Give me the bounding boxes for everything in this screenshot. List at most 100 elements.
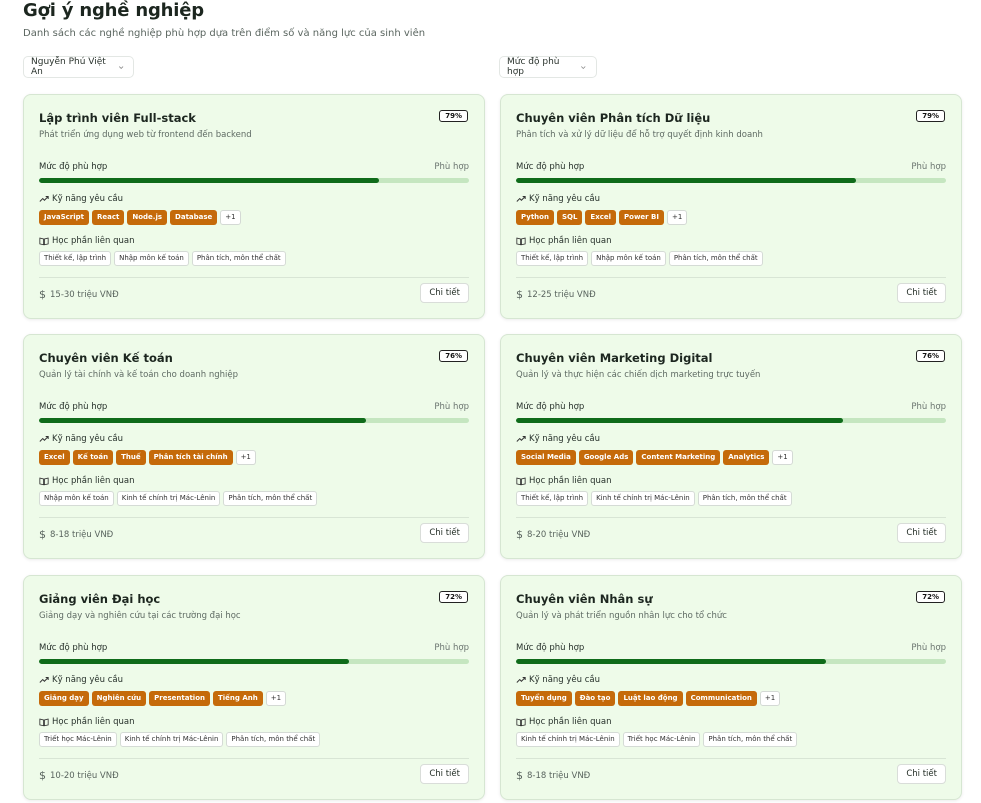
skills-list: Python SQL Excel Power BI +1 [516, 210, 688, 225]
courses-list: Kinh tế chính trị Mác-Lênin Triết học Mác… [516, 732, 798, 747]
skill-chip: Presentation [149, 691, 210, 706]
skill-chip: SQL [556, 210, 583, 225]
skill-chip: Excel [585, 210, 616, 225]
skill-chip: JavaScript [39, 210, 90, 225]
career-description: Giảng dạy và nghiên cứu tại các trường đ… [39, 611, 241, 621]
salary: $8-18 triệu VNĐ [516, 769, 590, 782]
courses-heading-label: Học phần liên quan [529, 717, 612, 727]
career-title: Chuyên viên Phân tích Dữ liệu [516, 111, 711, 125]
courses-heading-label: Học phần liên quan [529, 476, 612, 486]
fit-status: Phù hợp [911, 402, 946, 412]
fit-level-select[interactable]: Mức độ phù hợp [499, 56, 597, 78]
more-skills-chip[interactable]: +1 [235, 450, 256, 465]
student-select[interactable]: Nguyễn Phú Việt An [23, 56, 134, 78]
divider [516, 758, 946, 759]
career-title: Chuyên viên Nhân sự [516, 592, 653, 606]
skill-chip: Social Media [516, 450, 576, 465]
career-card: Chuyên viên Nhân sự Quản lý và phát triể… [500, 575, 962, 800]
courses-heading: Học phần liên quan [39, 476, 134, 486]
salary-text: 8-18 triệu VNĐ [50, 529, 114, 540]
more-skills-chip[interactable]: +1 [220, 210, 241, 225]
course-chip: Kinh tế chính trị Mác-Lênin [516, 732, 620, 747]
skill-chip: Database [170, 210, 218, 225]
courses-heading: Học phần liên quan [39, 717, 134, 727]
fit-label: Mức độ phù hợp [516, 162, 585, 172]
courses-heading: Học phần liên quan [516, 236, 611, 246]
fit-label: Mức độ phù hợp [39, 643, 108, 653]
courses-list: Thiết kế, lập trình Kinh tế chính trị Mác… [516, 491, 792, 506]
course-chip: Nhập môn kế toán [39, 491, 114, 506]
course-chip: Phân tích, môn thể chất [226, 732, 321, 747]
detail-button[interactable]: Chi tiết [897, 283, 946, 303]
fit-status: Phù hợp [434, 402, 469, 412]
salary-text: 8-20 triệu VNĐ [527, 529, 591, 540]
detail-button[interactable]: Chi tiết [897, 523, 946, 543]
match-percent-badge: 79% [439, 110, 468, 122]
detail-button[interactable]: Chi tiết [420, 283, 469, 303]
course-chip: Kinh tế chính trị Mác-Lênin [591, 491, 695, 506]
career-title: Giảng viên Đại học [39, 592, 161, 606]
skills-heading-label: Kỹ năng yêu cầu [529, 675, 601, 685]
fit-label: Mức độ phù hợp [39, 162, 108, 172]
fit-status: Phù hợp [911, 643, 946, 653]
divider [39, 277, 469, 278]
career-description: Quản lý và thực hiện các chiến dịch mark… [516, 370, 761, 380]
salary-text: 8-18 triệu VNĐ [527, 770, 591, 781]
detail-button[interactable]: Chi tiết [897, 764, 946, 784]
detail-button[interactable]: Chi tiết [420, 523, 469, 543]
dollar-icon: $ [39, 528, 46, 541]
skills-heading-label: Kỹ năng yêu cầu [52, 434, 124, 444]
courses-heading: Học phần liên quan [516, 476, 611, 486]
salary: $12-25 triệu VNĐ [516, 288, 596, 301]
course-chip: Phân tích, môn thể chất [668, 251, 763, 266]
salary-text: 10-20 triệu VNĐ [50, 770, 119, 781]
more-skills-chip[interactable]: +1 [265, 691, 287, 706]
skill-chip: Excel [39, 450, 70, 465]
skill-chip: Thuế [116, 450, 146, 465]
match-progress-bar [39, 418, 469, 423]
chevron-down-icon [118, 65, 124, 69]
salary: $8-20 triệu VNĐ [516, 528, 590, 541]
career-description: Quản lý tài chính và kế toán cho doanh n… [39, 370, 238, 380]
fit-label: Mức độ phù hợp [516, 643, 585, 653]
skill-chip: Tiếng Anh [213, 691, 263, 706]
courses-heading: Học phần liên quan [516, 717, 611, 727]
skills-heading-label: Kỹ năng yêu cầu [52, 194, 124, 204]
skill-chip: Power BI [619, 210, 664, 225]
more-skills-chip[interactable]: +1 [772, 450, 793, 465]
match-progress-fill [516, 659, 826, 664]
course-chip: Kinh tế chính trị Mác-Lênin [119, 732, 224, 747]
course-chip: Nhập môn kế toán [114, 251, 189, 266]
skills-heading: Kỹ năng yêu cầu [39, 434, 123, 444]
career-title: Lập trình viên Full-stack [39, 111, 196, 125]
trending-up-icon [39, 677, 49, 683]
skill-chip: Google Ads [578, 450, 634, 465]
course-chip: Triết học Mác-Lênin [39, 732, 117, 747]
salary-text: 15-30 triệu VNĐ [50, 289, 119, 300]
detail-button[interactable]: Chi tiết [420, 764, 469, 784]
match-progress-fill [516, 178, 856, 183]
courses-list: Thiết kế, lập trình Nhập môn kế toán Phân … [516, 251, 763, 266]
salary: $15-30 triệu VNĐ [39, 288, 119, 301]
book-open-icon [516, 237, 526, 246]
skill-chip: Communication [685, 691, 757, 706]
match-progress-bar [39, 659, 469, 664]
courses-heading: Học phần liên quan [39, 236, 134, 246]
match-progress-bar [39, 178, 469, 183]
more-skills-chip[interactable]: +1 [759, 691, 781, 706]
skill-chip: Content Marketing [636, 450, 721, 465]
skills-heading: Kỹ năng yêu cầu [516, 434, 600, 444]
book-open-icon [516, 477, 526, 486]
skills-heading: Kỹ năng yêu cầu [39, 194, 123, 204]
more-skills-chip[interactable]: +1 [666, 210, 688, 225]
fit-label: Mức độ phù hợp [516, 402, 585, 412]
courses-heading-label: Học phần liên quan [529, 236, 612, 246]
skill-chip: Đào tạo [574, 691, 616, 706]
skill-chip: Tuyển dụng [516, 691, 572, 706]
skills-heading: Kỹ năng yêu cầu [39, 675, 123, 685]
courses-list: Thiết kế, lập trình Nhập môn kế toán Phân … [39, 251, 286, 266]
skills-list: Excel Kế toán Thuế Phân tích tài chính +1 [39, 450, 256, 465]
trending-up-icon [516, 196, 526, 202]
skill-chip: Nghiên cứu [91, 691, 147, 706]
course-chip: Phân tích, môn thể chất [703, 732, 798, 747]
